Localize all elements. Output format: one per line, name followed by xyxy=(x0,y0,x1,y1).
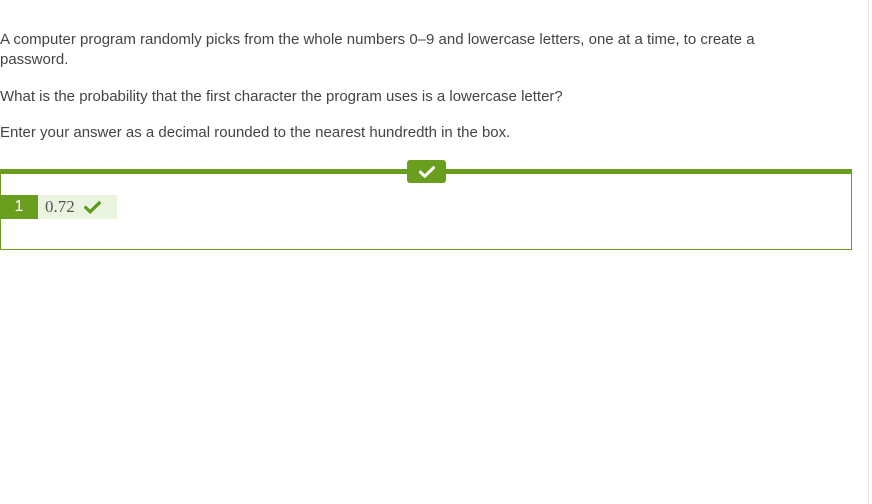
checkmark-icon xyxy=(83,200,101,214)
question-line-1: A computer program randomly picks from t… xyxy=(0,31,755,68)
answer-field[interactable]: 0.72 xyxy=(38,195,117,219)
correct-status-tab xyxy=(407,160,446,183)
question-page: A computer program randomly picks from t… xyxy=(0,0,872,504)
answer-value-text: 0.72 xyxy=(45,197,75,216)
question-line-2: What is the probability that the first c… xyxy=(0,88,563,105)
answer-index-badge: 1 xyxy=(0,195,38,219)
right-divider xyxy=(868,0,869,504)
answer-row: 1 0.72 xyxy=(0,195,117,219)
checkmark-icon xyxy=(418,165,435,178)
question-line-3: Enter your answer as a decimal rounded t… xyxy=(0,124,511,141)
question-text: A computer program randomly picks from t… xyxy=(0,30,820,143)
